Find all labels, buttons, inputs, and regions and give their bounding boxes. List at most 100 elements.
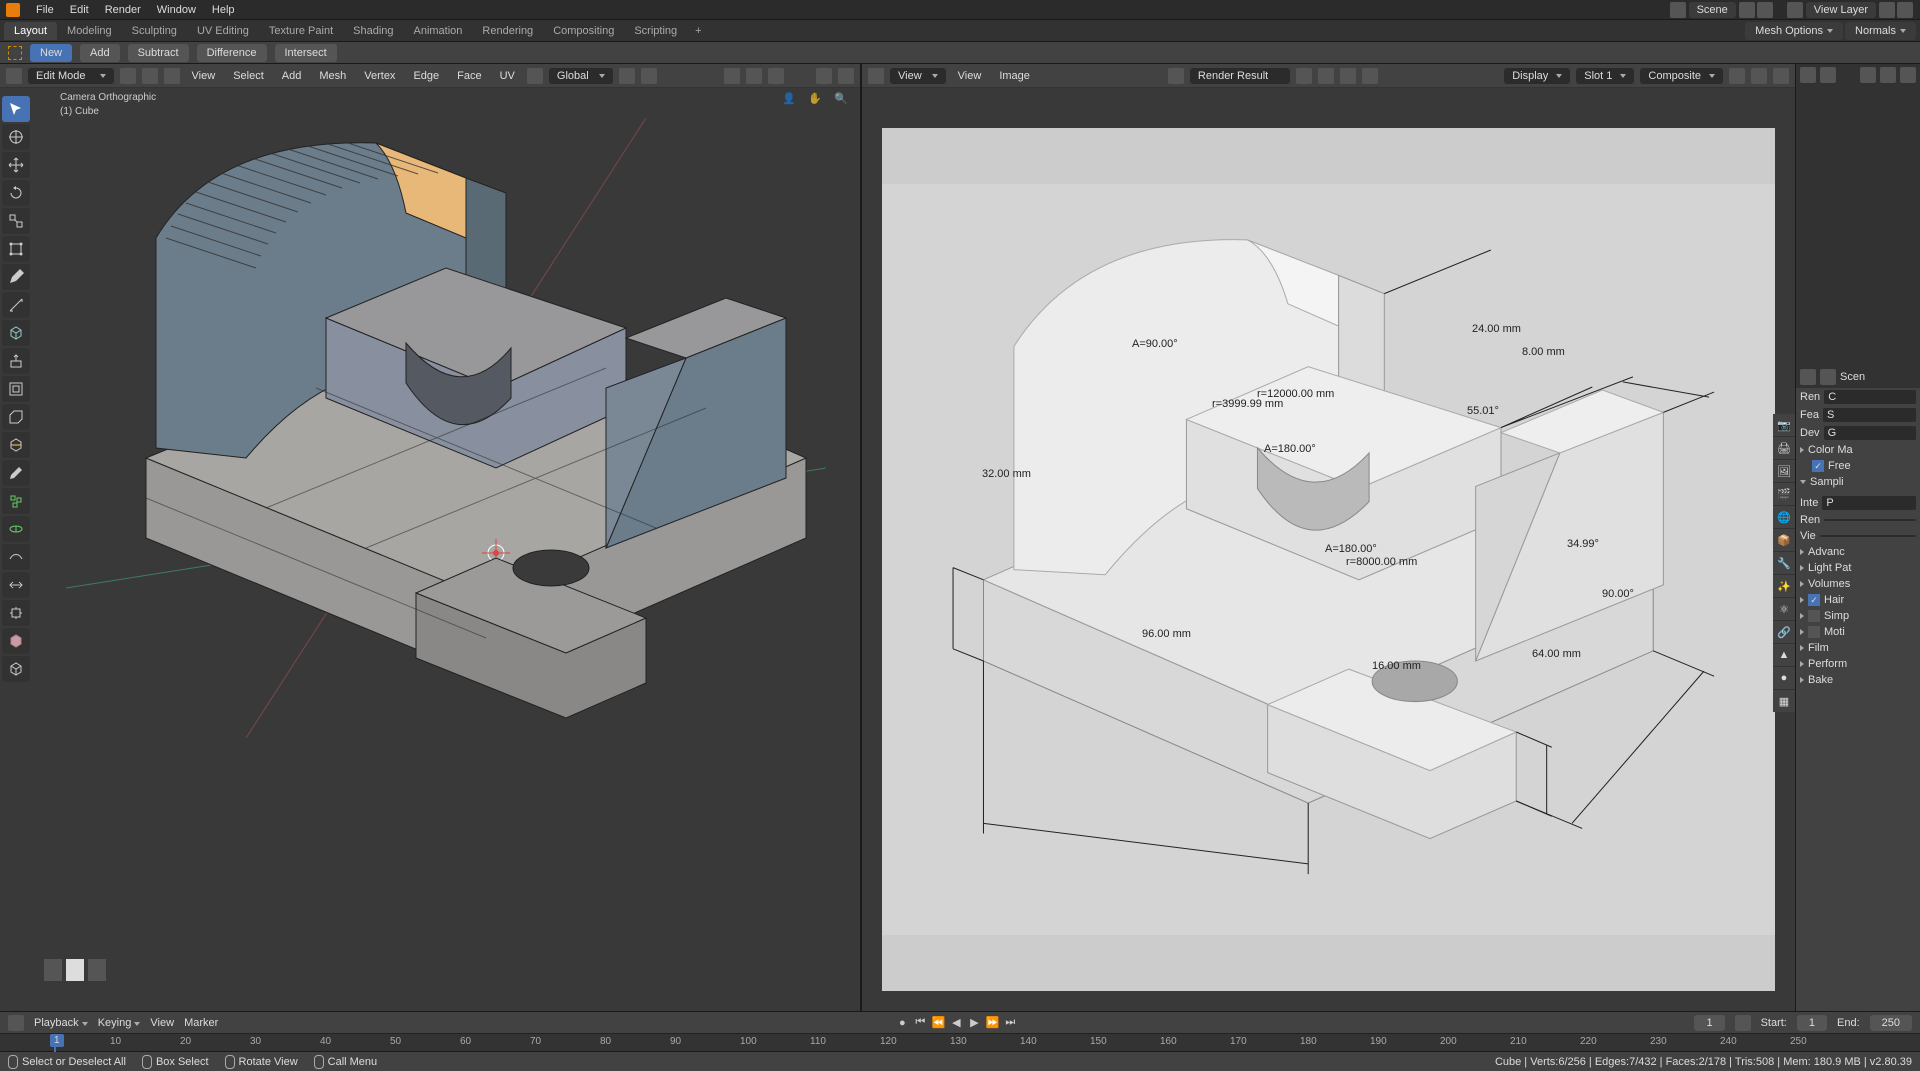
smooth-tool[interactable] bbox=[2, 544, 30, 570]
tab-animation[interactable]: Animation bbox=[404, 22, 473, 40]
prop-tab-physics[interactable]: ⚛ bbox=[1773, 598, 1795, 620]
normals-dropdown[interactable]: Normals bbox=[1845, 22, 1916, 40]
autokey-icon[interactable]: ● bbox=[894, 1015, 910, 1031]
zoom-icon[interactable]: 🔍 bbox=[834, 92, 852, 110]
hdr-mesh[interactable]: Mesh bbox=[313, 68, 352, 84]
bool-new-button[interactable]: New bbox=[30, 44, 72, 62]
performance-section[interactable]: Perform bbox=[1808, 658, 1847, 670]
vert-select-icon[interactable] bbox=[120, 68, 136, 84]
scale-tool[interactable] bbox=[2, 208, 30, 234]
layer-sel[interactable]: Composite bbox=[1640, 68, 1723, 84]
extrude-tool[interactable] bbox=[2, 348, 30, 374]
color-management-section[interactable]: Color Ma bbox=[1808, 444, 1853, 456]
timeline-keying[interactable]: Keying bbox=[98, 1017, 141, 1029]
prop-tab-texture[interactable]: ▦ bbox=[1773, 690, 1795, 712]
outliner-type-icon[interactable] bbox=[1800, 67, 1816, 83]
shrink-fatten-tool[interactable] bbox=[2, 600, 30, 626]
slot-sel[interactable]: Slot 1 bbox=[1576, 68, 1634, 84]
loopcut-tool[interactable] bbox=[2, 432, 30, 458]
new-image-icon[interactable] bbox=[1296, 68, 1312, 84]
simplify-checkbox[interactable] bbox=[1808, 610, 1820, 622]
scene-field[interactable]: Scene bbox=[1689, 2, 1736, 18]
render-engine-field[interactable]: C bbox=[1824, 390, 1916, 404]
integrator-field[interactable]: P bbox=[1822, 496, 1916, 510]
timeline-marker[interactable]: Marker bbox=[184, 1017, 218, 1029]
pivot-icon[interactable] bbox=[527, 68, 543, 84]
transform-tool[interactable] bbox=[2, 236, 30, 262]
edge-select-icon[interactable] bbox=[142, 68, 158, 84]
tab-add[interactable]: + bbox=[687, 22, 709, 40]
outliner-new-collection-icon[interactable] bbox=[1900, 67, 1916, 83]
menu-window[interactable]: Window bbox=[149, 4, 204, 16]
volumes-section[interactable]: Volumes bbox=[1808, 578, 1850, 590]
hdr-vertex[interactable]: Vertex bbox=[358, 68, 401, 84]
viewport-3d-canvas[interactable]: Camera Orthographic (1) Cube 👤 ✋ 🔍 bbox=[36, 88, 860, 1011]
edge-slide-tool[interactable] bbox=[2, 572, 30, 598]
pin-icon[interactable] bbox=[1820, 369, 1836, 385]
cursor-3d-tool[interactable] bbox=[2, 124, 30, 150]
orientation-selector[interactable]: Global bbox=[549, 68, 613, 84]
face-mode-icon[interactable] bbox=[88, 959, 106, 981]
feature-set-field[interactable]: S bbox=[1823, 408, 1916, 422]
overlay-toggle-icon[interactable] bbox=[768, 68, 784, 84]
prop-tab-mesh[interactable]: ▲ bbox=[1773, 644, 1795, 666]
falloff-icon[interactable] bbox=[746, 68, 762, 84]
wireframe-shading-icon[interactable] bbox=[816, 68, 832, 84]
render-samples-field[interactable] bbox=[1824, 519, 1916, 521]
mesh-options-dropdown[interactable]: Mesh Options bbox=[1745, 22, 1843, 40]
bool-intersect-button[interactable]: Intersect bbox=[275, 44, 337, 62]
bake-section[interactable]: Bake bbox=[1808, 674, 1833, 686]
image-datablock[interactable]: Render Result bbox=[1190, 68, 1290, 84]
viewlayer-copy-icon[interactable] bbox=[1879, 2, 1895, 18]
unlink-image-icon[interactable] bbox=[1340, 68, 1356, 84]
current-frame-field[interactable]: 1 bbox=[1694, 1015, 1724, 1031]
scene-copy-icon[interactable] bbox=[1739, 2, 1755, 18]
motionblur-checkbox[interactable] bbox=[1808, 626, 1820, 638]
annotate-tool[interactable] bbox=[2, 264, 30, 290]
hdr-select[interactable]: Select bbox=[227, 68, 270, 84]
prop-tab-render[interactable]: 📷 bbox=[1773, 414, 1795, 436]
hdr-view[interactable]: View bbox=[186, 68, 222, 84]
snap-icon[interactable] bbox=[619, 68, 635, 84]
vert-mode-icon[interactable] bbox=[44, 959, 62, 981]
viewport-samples-field[interactable] bbox=[1820, 535, 1916, 537]
preview-range-icon[interactable] bbox=[1735, 1015, 1751, 1031]
timeline-view[interactable]: View bbox=[150, 1017, 174, 1029]
scene-selector-icon[interactable] bbox=[1670, 2, 1686, 18]
tab-uvediting[interactable]: UV Editing bbox=[187, 22, 259, 40]
hair-checkbox[interactable]: ✓ bbox=[1808, 594, 1820, 606]
hdr-add[interactable]: Add bbox=[276, 68, 308, 84]
polybuild-tool[interactable] bbox=[2, 488, 30, 514]
proportional-icon[interactable] bbox=[724, 68, 740, 84]
remove-image-icon[interactable] bbox=[1362, 68, 1378, 84]
bool-add-button[interactable]: Add bbox=[80, 44, 120, 62]
device-field[interactable]: G bbox=[1824, 426, 1916, 440]
bevel-tool[interactable] bbox=[2, 404, 30, 430]
cursor-select-tool[interactable] bbox=[2, 96, 30, 122]
keyframe-next-icon[interactable]: ⏩ bbox=[984, 1015, 1000, 1031]
tab-modeling[interactable]: Modeling bbox=[57, 22, 122, 40]
open-image-icon[interactable] bbox=[1318, 68, 1334, 84]
hdr-face[interactable]: Face bbox=[451, 68, 487, 84]
hdr-uv[interactable]: UV bbox=[494, 68, 521, 84]
render-result-icon[interactable] bbox=[1168, 68, 1184, 84]
prop-tab-modifier[interactable]: 🔧 bbox=[1773, 552, 1795, 574]
pass-sel-icon[interactable] bbox=[1729, 68, 1745, 84]
outliner-restrict-icon[interactable] bbox=[1860, 67, 1876, 83]
timeline-playback[interactable]: Playback bbox=[34, 1017, 88, 1029]
viewlayer-field[interactable]: View Layer bbox=[1806, 2, 1876, 18]
film-section[interactable]: Film bbox=[1808, 642, 1829, 654]
end-frame-field[interactable]: 250 bbox=[1870, 1015, 1912, 1031]
tab-layout[interactable]: Layout bbox=[4, 22, 57, 40]
img-hdr-image[interactable]: Image bbox=[993, 68, 1036, 84]
stereo-icon[interactable] bbox=[1751, 68, 1767, 84]
image-editor-canvas[interactable]: A=90.00° 24.00 mm 8.00 mm r=12000.00 mm … bbox=[862, 88, 1795, 1011]
outliner-search-icon[interactable] bbox=[1880, 67, 1896, 83]
mode-selector[interactable]: Edit Mode bbox=[28, 68, 114, 84]
tab-shading[interactable]: Shading bbox=[343, 22, 403, 40]
prop-tab-object[interactable]: 📦 bbox=[1773, 529, 1795, 551]
inset-tool[interactable] bbox=[2, 376, 30, 402]
timeline-ruler[interactable]: 1 10 20 30 40 50 60 70 80 90 100 110 120… bbox=[0, 1033, 1920, 1051]
prop-tab-viewlayer[interactable]: 🖼 bbox=[1773, 460, 1795, 482]
camera-to-view-icon[interactable]: 👤 bbox=[782, 92, 800, 110]
